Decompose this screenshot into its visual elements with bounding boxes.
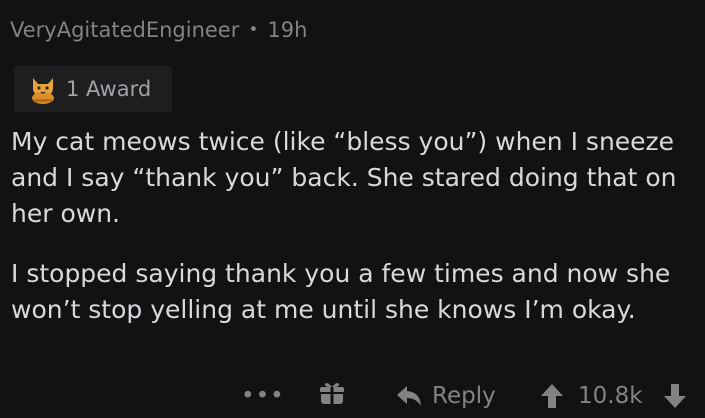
downvote-button[interactable] [663,374,687,418]
comment-paragraph-1: My cat meows twice (like “bless you”) wh… [11,127,677,228]
comment: VeryAgitatedEngineer • 19h 1 Award My ca… [0,0,705,418]
more-options-button[interactable]: ••• [241,374,285,418]
comment-actions: ••• Reply 10.8k [0,374,705,418]
upvote-button[interactable] [540,374,564,418]
gift-button[interactable] [318,374,346,418]
vote-score: 10.8k [578,383,643,409]
reply-label: Reply [432,383,496,409]
reply-button[interactable]: Reply [396,374,496,418]
award-label: 1 Award [66,77,152,101]
downvote-arrow-icon [664,384,686,408]
reply-arrow-icon [397,386,421,406]
comment-meta: VeryAgitatedEngineer • 19h [10,16,307,44]
author-username[interactable]: VeryAgitatedEngineer [10,18,239,42]
gift-icon [318,379,346,413]
comment-paragraph-2: I stopped saying thank you a few times a… [11,259,671,324]
award-badge[interactable]: 1 Award [14,66,172,112]
cat-award-icon [26,72,60,106]
timestamp[interactable]: 19h [267,18,307,42]
meta-separator: • [248,20,259,40]
comment-body: My cat meows twice (like “bless you”) wh… [11,124,696,328]
upvote-arrow-icon [541,384,563,408]
